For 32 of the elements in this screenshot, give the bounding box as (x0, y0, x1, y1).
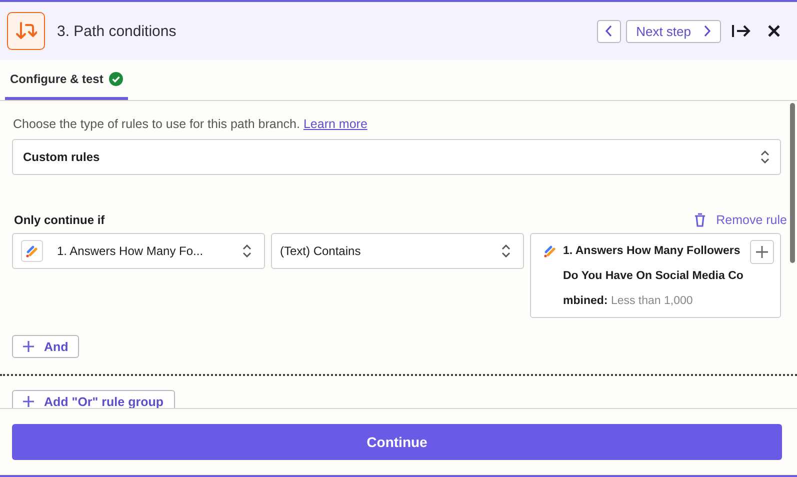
field-select[interactable]: 1. Answers How Many Fo... (12, 233, 265, 269)
path-arrows-icon (7, 12, 45, 50)
plus-icon (23, 341, 34, 352)
scrollbar[interactable] (790, 103, 795, 263)
field-token: 1. Answers How Many Followers Do You Have On Social Media Combined: Less than 1,000 (563, 244, 744, 309)
chevron-right-icon (703, 25, 711, 37)
app-logo-icon (21, 240, 43, 262)
chevron-left-icon (605, 25, 614, 37)
rule-type-select[interactable]: Custom rules (12, 139, 781, 175)
chevron-up-down-icon (242, 244, 252, 258)
close-icon[interactable] (767, 24, 781, 38)
intro-text: Choose the type of rules to use for this path branch. Learn more (13, 117, 368, 131)
configure-tab[interactable]: Configure & test (5, 60, 128, 100)
chevron-up-down-icon (501, 244, 511, 258)
add-or-group-button[interactable]: Add "Or" rule group (12, 390, 174, 408)
remove-rule-button[interactable]: Remove rule (694, 213, 787, 227)
trash-icon (694, 213, 706, 227)
previous-step-button[interactable] (597, 20, 622, 42)
app-logo-icon (543, 244, 557, 258)
add-and-button[interactable]: And (12, 335, 80, 358)
continue-button[interactable]: Continue (12, 424, 782, 460)
operator-select[interactable]: (Text) Contains (271, 233, 524, 269)
insert-data-button[interactable] (750, 240, 774, 264)
learn-more-link[interactable]: Learn more (303, 117, 368, 131)
plus-icon (23, 396, 34, 407)
chevron-up-down-icon (760, 150, 770, 164)
next-step-button[interactable]: Next step (626, 20, 721, 42)
collapse-panel-icon[interactable] (731, 23, 751, 39)
value-field[interactable]: 1. Answers How Many Followers Do You Have On Social Media Combined: Less than 1,000 (530, 233, 781, 318)
step-title: 3. Path conditions (57, 22, 176, 40)
group-title: Only continue if (14, 213, 105, 227)
plus-icon (756, 246, 768, 258)
